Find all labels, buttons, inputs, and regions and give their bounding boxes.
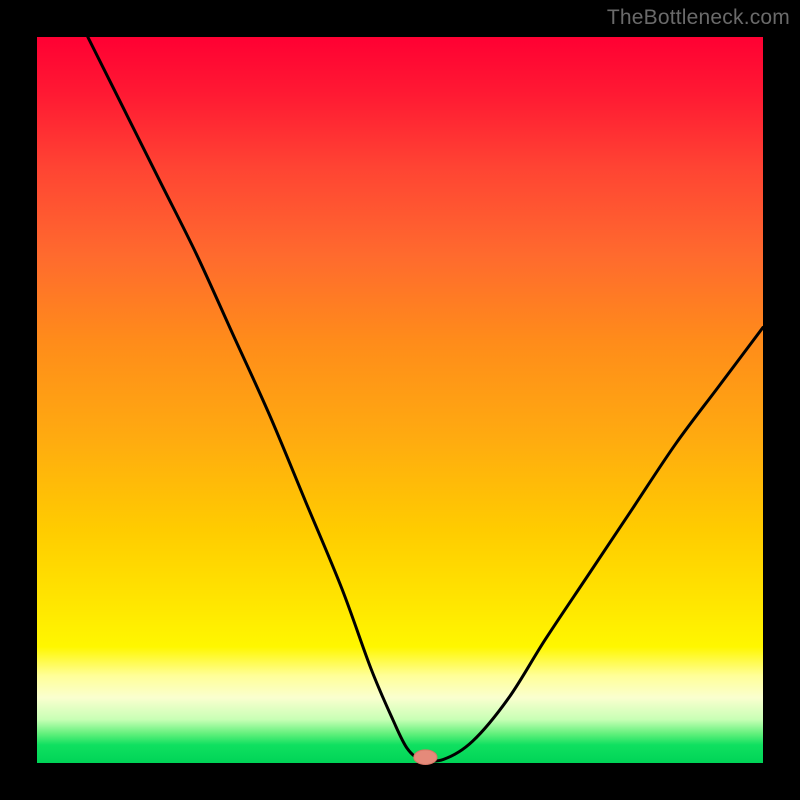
plot-area (37, 37, 763, 763)
bottleneck-curve (37, 37, 763, 763)
watermark-text: TheBottleneck.com (607, 6, 790, 30)
chart-frame: TheBottleneck.com (0, 0, 800, 800)
minimum-marker (414, 750, 437, 765)
